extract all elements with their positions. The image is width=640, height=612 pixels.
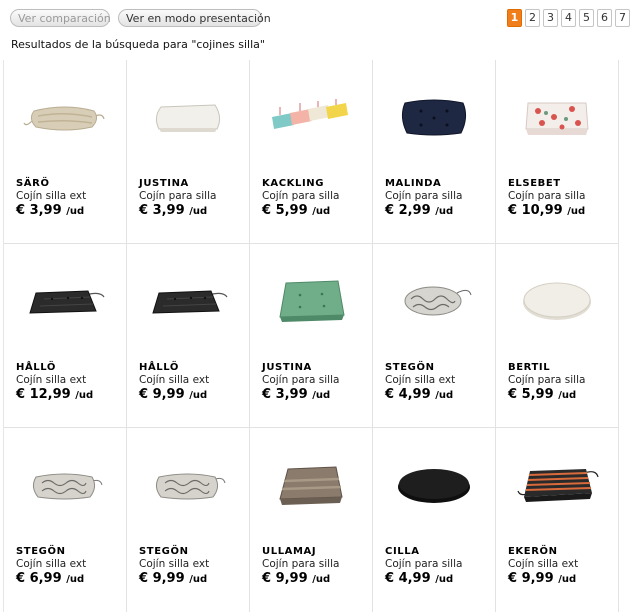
product-card[interactable]: STEGÖN Cojín silla ext € 9,99 /ud	[127, 428, 250, 612]
page-1-link[interactable]: 1	[507, 9, 522, 27]
product-name[interactable]: CILLA	[385, 546, 420, 557]
product-name[interactable]: STEGÖN	[385, 362, 435, 373]
black-round-cushion-icon	[373, 450, 495, 520]
product-card[interactable]: ELSEBET Cojín para silla € 10,99 /ud	[496, 60, 619, 244]
product-price: € 10,99 /ud	[508, 203, 586, 218]
page-2-link[interactable]: 2	[525, 9, 540, 27]
page-3-link[interactable]: 3	[543, 9, 558, 27]
product-description: Cojín para silla	[262, 190, 340, 202]
brown-striped-cushion-icon	[250, 450, 372, 520]
product-price: € 3,99 /ud	[262, 387, 331, 402]
multicolor-cushions-icon	[250, 82, 372, 152]
navy-cushion-icon	[373, 82, 495, 152]
product-card[interactable]: BERTIL Cojín para silla € 5,99 /ud	[496, 244, 619, 428]
toolbar: Ver comparación Ver en modo presentación…	[10, 9, 630, 29]
product-description: Cojín silla ext	[16, 558, 87, 570]
product-card[interactable]: STEGÖN Cojín silla ext € 6,99 /ud	[4, 428, 127, 612]
presentation-mode-button[interactable]: Ver en modo presentación	[118, 9, 271, 27]
product-description: Cojín para silla	[508, 190, 586, 202]
beige-striped-cushion-icon	[4, 82, 126, 152]
product-card[interactable]: EKERÖN Cojín silla ext € 9,99 /ud	[496, 428, 619, 612]
page-4-link[interactable]: 4	[561, 9, 576, 27]
product-description: Cojín para silla	[139, 190, 217, 202]
page-5-link[interactable]: 5	[579, 9, 594, 27]
product-card[interactable]: JUSTINA Cojín para silla € 3,99 /ud	[250, 244, 373, 428]
product-price: € 3,99 /ud	[16, 203, 85, 218]
product-price: € 4,99 /ud	[385, 387, 454, 402]
product-name[interactable]: STEGÖN	[139, 546, 189, 557]
product-price: € 9,99 /ud	[508, 571, 577, 586]
product-description: Cojín silla ext	[139, 374, 210, 386]
product-description: Cojín silla ext	[16, 374, 87, 386]
product-price: € 4,99 /ud	[385, 571, 454, 586]
product-name[interactable]: HÅLLÖ	[16, 362, 56, 373]
product-name[interactable]: SÄRÖ	[16, 178, 50, 189]
product-price: € 9,99 /ud	[139, 387, 208, 402]
orange-striped-cushion-icon	[496, 450, 618, 520]
product-name[interactable]: JUSTINA	[262, 362, 312, 373]
product-name[interactable]: EKERÖN	[508, 546, 558, 557]
product-description: Cojín para silla	[262, 374, 340, 386]
product-name[interactable]: STEGÖN	[16, 546, 66, 557]
product-name[interactable]: HÅLLÖ	[139, 362, 179, 373]
product-price: € 12,99 /ud	[16, 387, 94, 402]
product-description: Cojín para silla	[385, 558, 463, 570]
product-card[interactable]: ULLAMAJ Cojín para silla € 9,99 /ud	[250, 428, 373, 612]
patterned-cushion-icon	[127, 450, 249, 520]
white-round-cushion-icon	[496, 266, 618, 336]
product-price: € 5,99 /ud	[508, 387, 577, 402]
product-price: € 3,99 /ud	[139, 203, 208, 218]
black-cushion-icon	[127, 266, 249, 336]
product-name[interactable]: ELSEBET	[508, 178, 561, 189]
green-cushion-icon	[250, 266, 372, 336]
product-card[interactable]: MALINDA Cojín para silla € 2,99 /ud	[373, 60, 496, 244]
product-price: € 9,99 /ud	[139, 571, 208, 586]
page-7-link[interactable]: 7	[615, 9, 630, 27]
product-card[interactable]: JUSTINA Cojín para silla € 3,99 /ud	[127, 60, 250, 244]
product-description: Cojín silla ext	[139, 558, 210, 570]
product-price: € 5,99 /ud	[262, 203, 331, 218]
white-cushion-icon	[127, 82, 249, 152]
product-description: Cojín para silla	[262, 558, 340, 570]
product-card[interactable]: HÅLLÖ Cojín silla ext € 9,99 /ud	[127, 244, 250, 428]
product-description: Cojín silla ext	[508, 558, 579, 570]
floral-cushion-icon	[496, 82, 618, 152]
patterned-round-cushion-icon	[373, 266, 495, 336]
product-card[interactable]: SÄRÖ Cojín silla ext € 3,99 /ud	[4, 60, 127, 244]
product-description: Cojín silla ext	[16, 190, 87, 202]
product-name[interactable]: BERTIL	[508, 362, 550, 373]
black-cushion-icon	[4, 266, 126, 336]
product-card[interactable]: STEGÖN Cojín silla ext € 4,99 /ud	[373, 244, 496, 428]
search-results-heading: Resultados de la búsqueda para "cojines …	[11, 38, 265, 51]
product-description: Cojín para silla	[508, 374, 586, 386]
product-description: Cojín para silla	[385, 190, 463, 202]
product-grid: SÄRÖ Cojín silla ext € 3,99 /ud JUSTINA …	[3, 60, 619, 612]
product-card[interactable]: KACKLING Cojín para silla € 5,99 /ud	[250, 60, 373, 244]
patterned-cushion-icon	[4, 450, 126, 520]
pagination: 1 2 3 4 5 6 7	[507, 9, 630, 27]
product-card[interactable]: HÅLLÖ Cojín silla ext € 12,99 /ud	[4, 244, 127, 428]
product-name[interactable]: KACKLING	[262, 178, 324, 189]
page-6-link[interactable]: 6	[597, 9, 612, 27]
product-card[interactable]: CILLA Cojín para silla € 4,99 /ud	[373, 428, 496, 612]
product-price: € 9,99 /ud	[262, 571, 331, 586]
product-price: € 6,99 /ud	[16, 571, 85, 586]
product-description: Cojín silla ext	[385, 374, 456, 386]
product-name[interactable]: JUSTINA	[139, 178, 189, 189]
compare-button[interactable]: Ver comparación	[10, 9, 111, 27]
product-name[interactable]: MALINDA	[385, 178, 441, 189]
product-name[interactable]: ULLAMAJ	[262, 546, 316, 557]
product-price: € 2,99 /ud	[385, 203, 454, 218]
